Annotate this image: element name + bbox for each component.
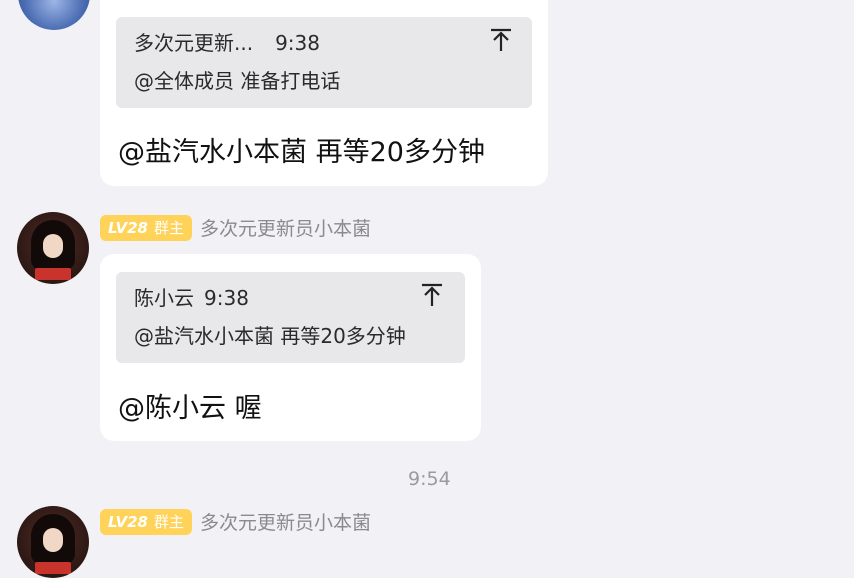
quoted-message[interactable]: 多次元更新... 9:38 @全体成员 准备打电话: [116, 17, 532, 108]
quote-time: 9:38: [275, 31, 320, 55]
owner-badge: LV28 群主: [100, 214, 192, 241]
message-text: @陈小云 喔: [118, 393, 262, 424]
level-label: LV28: [108, 512, 148, 531]
message-bubble[interactable]: 陈小云 9:38 @盐汽水小本菌 再等20多分钟 @陈小云 喔: [100, 254, 481, 441]
sender-name[interactable]: 多次元更新员小本菌: [200, 214, 371, 241]
arrow-up-to-top-icon[interactable]: [488, 27, 514, 53]
role-label: 群主: [153, 219, 184, 237]
sender-name[interactable]: 多次元更新员小本菌: [200, 508, 371, 535]
arrow-up-to-top-icon[interactable]: [419, 282, 445, 308]
avatar[interactable]: [18, 0, 90, 30]
quote-header: 陈小云 9:38: [134, 282, 249, 311]
timestamp: 9:54: [408, 468, 451, 490]
quote-time: 9:38: [204, 286, 249, 310]
message-bubble[interactable]: 多次元更新... 9:38 @全体成员 准备打电话 @盐汽水小本菌 再等20多分钟: [100, 0, 548, 186]
sender-row: LV28 群主 多次元更新员小本菌: [100, 508, 371, 535]
owner-badge: LV28 群主: [100, 508, 192, 535]
role-label: 群主: [153, 513, 184, 531]
avatar[interactable]: [17, 506, 89, 578]
message-text: @盐汽水小本菌 再等20多分钟: [118, 137, 485, 168]
quote-text: @盐汽水小本菌 再等20多分钟: [134, 324, 406, 348]
level-label: LV28: [108, 218, 148, 237]
quote-header: 多次元更新... 9:38: [134, 27, 320, 56]
sender-row: LV28 群主 多次元更新员小本菌: [100, 214, 371, 241]
quote-text: @全体成员 准备打电话: [134, 69, 341, 93]
quote-sender: 陈小云: [134, 286, 194, 310]
quote-sender: 多次元更新...: [134, 31, 254, 55]
avatar[interactable]: [17, 212, 89, 284]
quoted-message[interactable]: 陈小云 9:38 @盐汽水小本菌 再等20多分钟: [116, 272, 465, 363]
